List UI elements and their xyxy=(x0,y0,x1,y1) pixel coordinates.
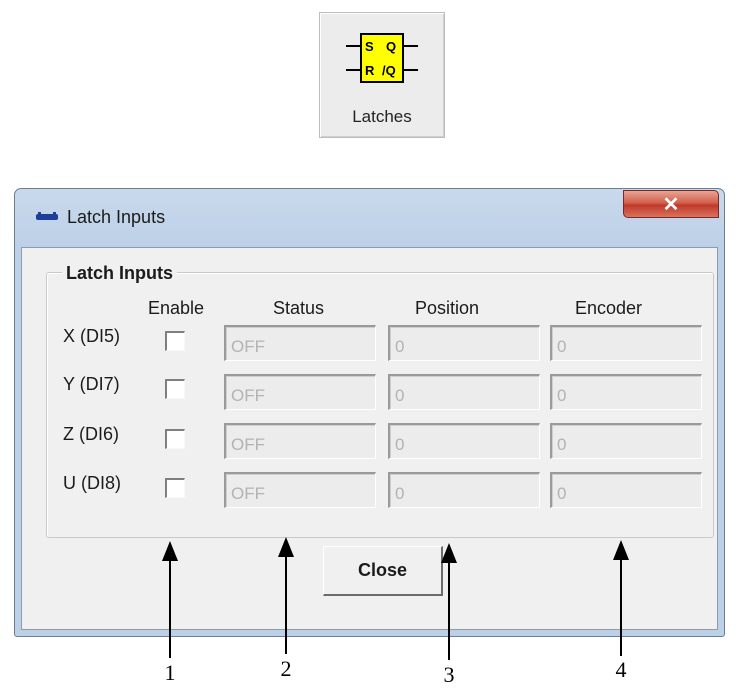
callout-line-3 xyxy=(448,560,450,660)
status-field-x: OFF xyxy=(224,325,376,361)
close-button[interactable]: Close xyxy=(323,546,443,596)
latches-button[interactable]: S Q R /Q Latches xyxy=(319,12,445,138)
callout-number-2: 2 xyxy=(280,656,292,681)
latches-button-label: Latches xyxy=(352,107,412,126)
status-field-u: OFF xyxy=(224,472,376,508)
enable-checkbox-y[interactable] xyxy=(165,379,185,399)
row-label-u: U (DI8) xyxy=(63,473,121,493)
encoder-field-y: 0 xyxy=(550,374,702,410)
status-field-z: OFF xyxy=(224,423,376,459)
row-label-z: Z (DI6) xyxy=(63,424,119,444)
pin-r-label: R xyxy=(365,63,375,78)
dialog-content: Latch Inputs Enable Status Position Enco… xyxy=(20,188,720,637)
position-field-u: 0 xyxy=(388,472,540,508)
enable-checkbox-z[interactable] xyxy=(165,429,185,449)
column-header-status: Status xyxy=(273,298,325,318)
position-field-z: 0 xyxy=(388,423,540,459)
enable-checkbox-x[interactable] xyxy=(165,331,185,351)
encoder-field-x: 0 xyxy=(550,325,702,361)
row-label-x: X (DI5) xyxy=(63,326,121,346)
pin-q-label: Q xyxy=(386,39,396,54)
column-header-position: Position xyxy=(415,298,480,318)
encoder-field-u: 0 xyxy=(550,472,702,508)
row-label-y: Y (DI7) xyxy=(63,374,120,394)
status-field-y: OFF xyxy=(224,374,376,410)
callout-line-1 xyxy=(169,558,171,658)
group-title: Latch Inputs xyxy=(62,263,177,284)
pin-qbar-label: /Q xyxy=(382,63,396,78)
column-header-encoder: Encoder xyxy=(575,298,643,318)
callout-number-1: 1 xyxy=(164,660,176,685)
position-field-x: 0 xyxy=(388,325,540,361)
column-header-enable: Enable xyxy=(148,298,205,318)
callout-number-4: 4 xyxy=(615,657,627,682)
encoder-field-z: 0 xyxy=(550,423,702,459)
callout-line-4 xyxy=(620,557,622,656)
callout-line-2 xyxy=(285,554,287,654)
callout-number-3: 3 xyxy=(443,662,455,687)
position-field-y: 0 xyxy=(388,374,540,410)
enable-checkbox-u[interactable] xyxy=(165,478,185,498)
pin-s-label: S xyxy=(365,39,374,54)
flip-flop-icon: S Q R /Q xyxy=(346,33,418,83)
